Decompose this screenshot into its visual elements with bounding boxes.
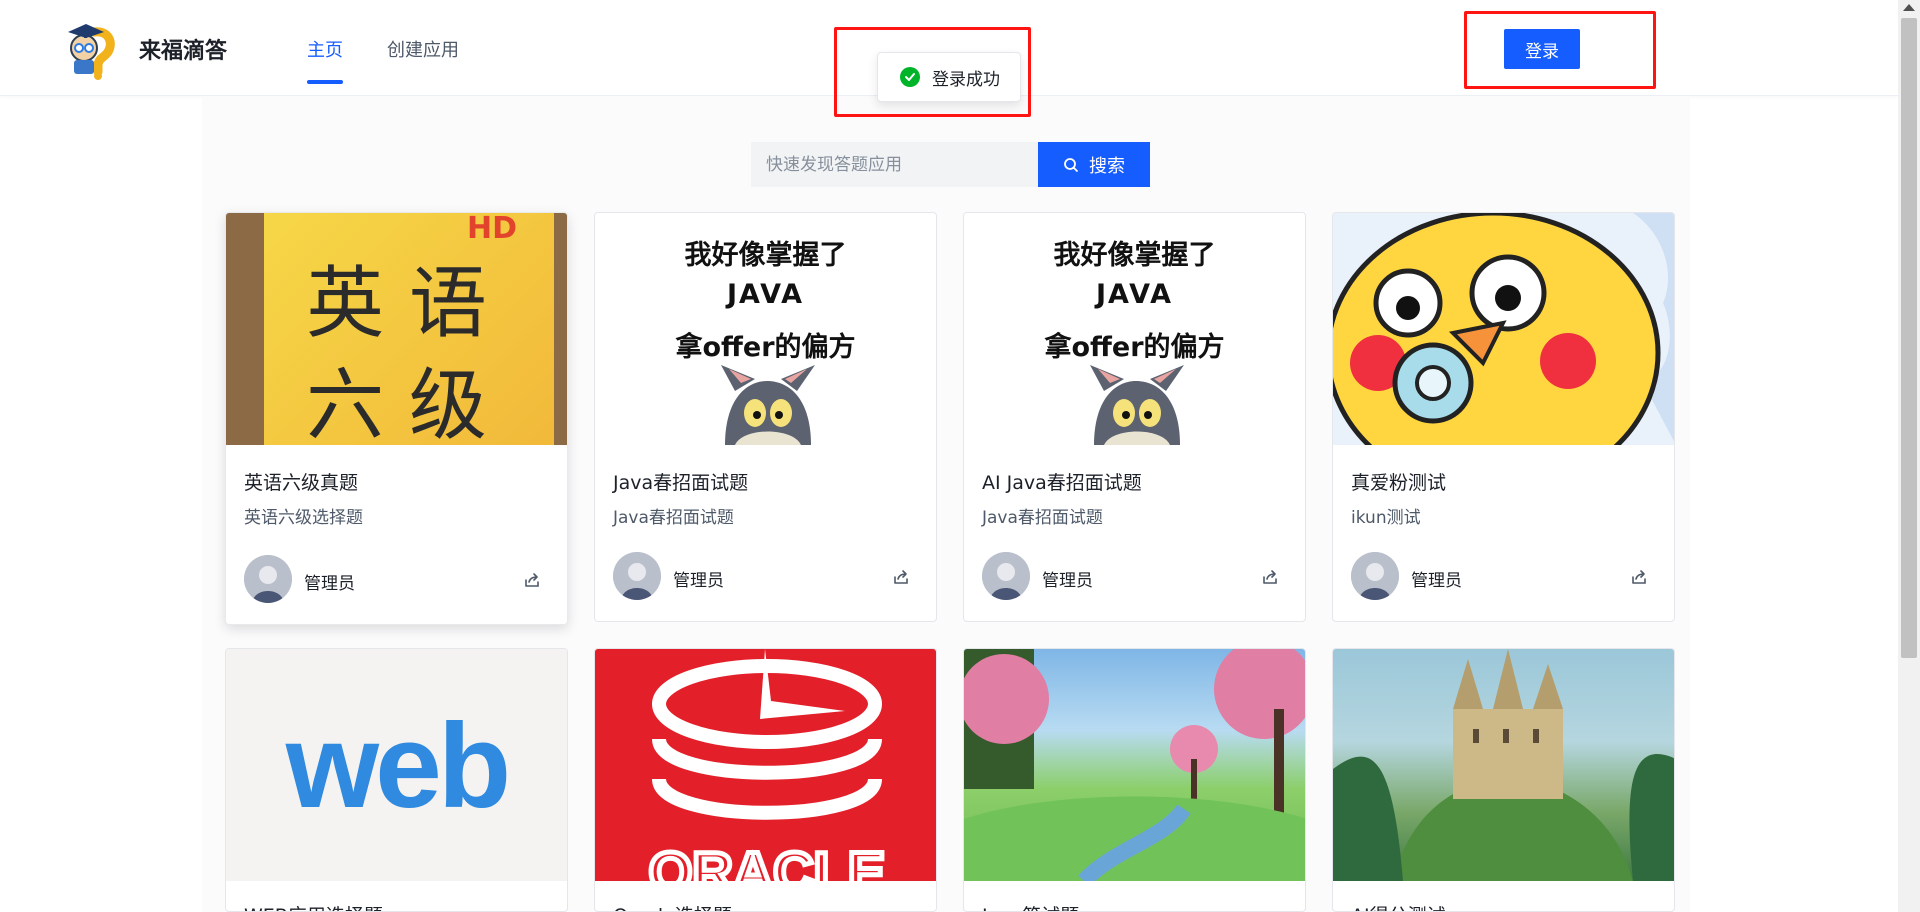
thumb-caption: JAVA bbox=[1095, 279, 1174, 310]
card-thumbnail: 我好像掌握了 JAVA 拿offer的偏方 bbox=[595, 213, 936, 445]
share-icon[interactable] bbox=[523, 571, 541, 589]
success-toast: 登录成功 bbox=[877, 52, 1021, 102]
card-author: 管理员 bbox=[304, 574, 355, 594]
card-author: 管理员 bbox=[1042, 571, 1093, 591]
card-description: ikun测试 bbox=[1351, 508, 1421, 528]
toast-message: 登录成功 bbox=[932, 69, 1000, 90]
search-button[interactable]: 搜索 bbox=[1038, 142, 1150, 187]
thumb-caption: 拿offer的偏方 bbox=[1044, 332, 1225, 363]
card-description: Java春招面试题 bbox=[982, 508, 1103, 528]
page-scrollbar[interactable] bbox=[1898, 0, 1920, 912]
nav-create-app[interactable]: 创建应用 bbox=[387, 36, 459, 62]
thumb-caption: web bbox=[285, 699, 511, 833]
app-card[interactable]: ORACLE Oracle选择题 bbox=[594, 648, 937, 912]
login-button[interactable]: 登录 bbox=[1504, 29, 1580, 69]
scrollbar-thumb[interactable] bbox=[1901, 18, 1917, 658]
card-thumbnail bbox=[1333, 649, 1674, 881]
card-title: Java春招面试题 bbox=[613, 472, 749, 494]
nav-home[interactable]: 主页 bbox=[307, 36, 343, 62]
thumb-caption: 六 级 bbox=[306, 361, 487, 445]
card-thumbnail: web bbox=[226, 649, 567, 881]
search-icon bbox=[1064, 157, 1078, 172]
card-title: Oracle选择题 bbox=[613, 901, 732, 911]
thumb-caption: 英 语 bbox=[306, 259, 487, 349]
avatar bbox=[982, 552, 1030, 600]
card-thumbnail: 我好像掌握了 JAVA 拿offer的偏方 bbox=[964, 213, 1305, 445]
card-thumbnail: HD 英 语 六 级 bbox=[226, 213, 567, 445]
check-circle-icon bbox=[900, 67, 920, 87]
app-card[interactable]: 我好像掌握了 JAVA 拿offer的偏方 Java春招面试题 Java春招面试… bbox=[594, 212, 937, 622]
card-description: Java春招面试题 bbox=[613, 508, 734, 528]
share-icon[interactable] bbox=[1630, 568, 1648, 586]
card-title: 真爱粉测试 bbox=[1351, 472, 1447, 494]
nav-active-indicator bbox=[307, 80, 343, 84]
thumb-caption: ORACLE bbox=[649, 840, 885, 881]
thumb-caption: JAVA bbox=[726, 279, 805, 310]
scroll-up-arrow-icon[interactable] bbox=[1903, 4, 1915, 11]
app-card[interactable]: 真爱粉测试 ikun测试 管理员 bbox=[1332, 212, 1675, 622]
brand-logo-icon[interactable] bbox=[64, 18, 120, 80]
card-author: 管理员 bbox=[1411, 571, 1462, 591]
avatar bbox=[613, 552, 661, 600]
card-title: WEB应用选择题 bbox=[244, 901, 383, 911]
app-card[interactable]: 我好像掌握了 JAVA 拿offer的偏方 AI Java春招面试题 Java春… bbox=[963, 212, 1306, 622]
card-title: 英语六级真题 bbox=[244, 472, 359, 494]
card-thumbnail bbox=[1333, 213, 1674, 445]
brand-name: 来福滴答 bbox=[139, 39, 228, 64]
card-title: AI Java春招面试题 bbox=[982, 472, 1142, 494]
app-card[interactable]: HD 英 语 六 级 英语六级真题 英语六级选择题 管理员 bbox=[225, 212, 568, 625]
search-input[interactable] bbox=[751, 142, 1038, 187]
thumb-caption: 我好像掌握了 bbox=[684, 240, 847, 271]
share-icon[interactable] bbox=[892, 568, 910, 586]
card-thumbnail: ORACLE bbox=[595, 649, 936, 881]
app-card[interactable]: web WEB应用选择题 bbox=[225, 648, 568, 912]
share-icon[interactable] bbox=[1261, 568, 1279, 586]
thumb-caption: 拿offer的偏方 bbox=[675, 332, 856, 363]
card-description: 英语六级选择题 bbox=[244, 508, 363, 528]
app-card[interactable]: AI得分测试 bbox=[1332, 648, 1675, 912]
search-button-label: 搜索 bbox=[1089, 155, 1125, 177]
card-title: Java简试题 bbox=[982, 901, 1079, 911]
card-title: AI得分测试 bbox=[1351, 901, 1446, 911]
avatar bbox=[244, 555, 292, 603]
thumb-caption: 我好像掌握了 bbox=[1053, 240, 1216, 271]
avatar bbox=[1351, 552, 1399, 600]
card-thumbnail bbox=[964, 649, 1305, 881]
app-card[interactable]: Java简试题 bbox=[963, 648, 1306, 912]
card-author: 管理员 bbox=[673, 571, 724, 591]
